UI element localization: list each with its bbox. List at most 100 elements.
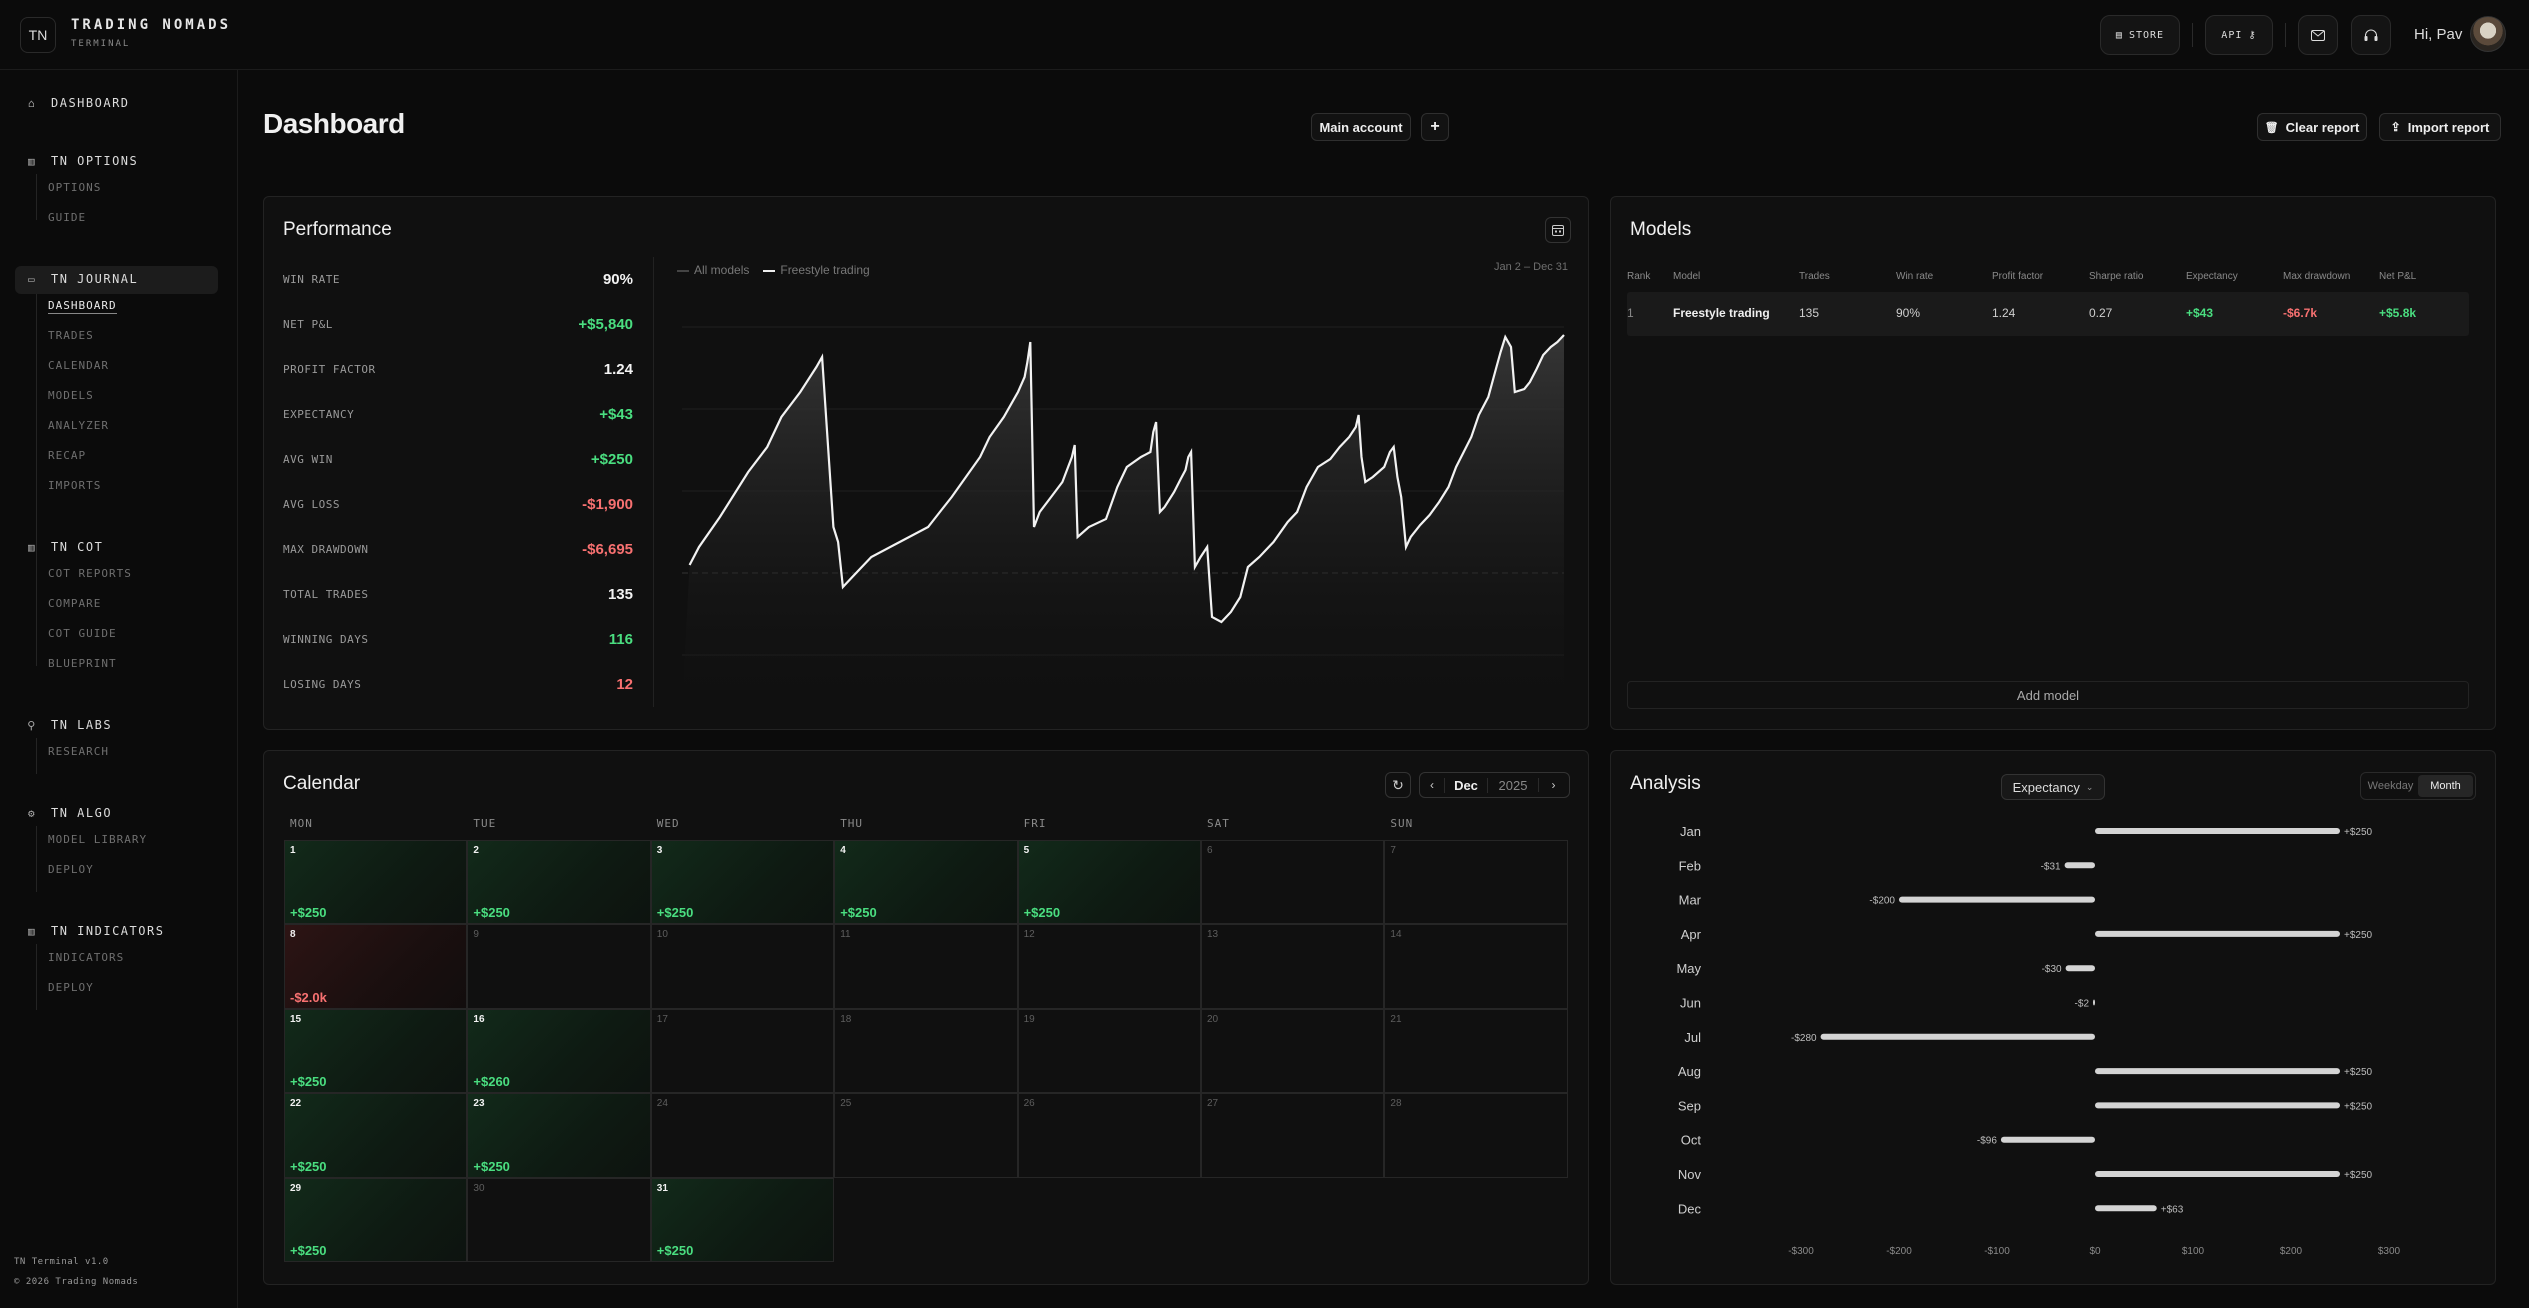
column-header[interactable]: Max drawdown [2283, 271, 2350, 282]
calendar-day-cell[interactable]: 12 [1017, 924, 1201, 1009]
clear-report-button[interactable]: 🗑 Clear report [2257, 113, 2367, 141]
sidebar-item-indicators[interactable]: INDICATORS [48, 951, 124, 964]
column-header[interactable]: Model [1673, 271, 1700, 282]
expectancy-bar[interactable] [1820, 1033, 2095, 1040]
sidebar-item-indicators-deploy[interactable]: DEPLOY [48, 981, 94, 994]
calendar-day-cell[interactable]: 31 +$250 [650, 1177, 835, 1262]
store-button[interactable]: ▤ STORE [2100, 15, 2180, 55]
calendar-day-cell[interactable]: 7 [1384, 840, 1568, 925]
calendar-day-cell[interactable]: 10 [650, 924, 835, 1009]
sidebar-section-tn-algo[interactable]: ⚙ TN ALGO [25, 806, 112, 820]
column-header[interactable]: Win rate [1896, 271, 1933, 282]
calendar-day-cell[interactable]: 4 +$250 [834, 840, 1018, 925]
sidebar-section-tn-journal[interactable]: ▭ TN JOURNAL [25, 272, 138, 286]
metric-dropdown[interactable]: Expectancy ⌄ [2001, 774, 2105, 800]
avatar[interactable] [2470, 16, 2506, 52]
sidebar-item-dashboard[interactable]: ⌂ DASHBOARD [25, 96, 130, 110]
calendar-day-cell[interactable]: 2 +$250 [467, 840, 651, 925]
calendar-day-cell[interactable]: 16 +$260 [467, 1008, 651, 1094]
expectancy-bar[interactable] [2095, 828, 2340, 834]
column-header[interactable]: Sharpe ratio [2089, 271, 2143, 282]
expectancy-bar[interactable] [2000, 1136, 2095, 1143]
calendar-day-cell[interactable]: 20 [1201, 1008, 1385, 1094]
prev-month-icon[interactable]: ‹ [1420, 778, 1444, 792]
calendar-day-cell[interactable]: 8 -$2.0k [284, 924, 468, 1009]
expectancy-bar[interactable] [2095, 930, 2340, 937]
sidebar-item-trades[interactable]: TRADES [48, 329, 94, 342]
date-range-button[interactable] [1545, 217, 1571, 243]
support-button[interactable] [2351, 15, 2391, 55]
reset-icon[interactable]: ↻ [1385, 772, 1411, 798]
year-label[interactable]: 2025 [1488, 778, 1538, 793]
expectancy-bar[interactable] [2065, 965, 2095, 972]
sidebar-item-compare[interactable]: COMPARE [48, 597, 101, 610]
calendar-day-cell[interactable]: 9 [467, 924, 651, 1009]
calendar-day-cell[interactable]: 11 [834, 924, 1018, 1009]
add-model-button[interactable]: Add model [1627, 681, 2469, 709]
sidebar-item-models[interactable]: MODELS [48, 389, 94, 402]
next-month-icon[interactable]: › [1538, 778, 1568, 792]
calendar-day-cell[interactable]: 1 +$250 [284, 840, 468, 925]
calendar-day-cell[interactable]: 25 [834, 1093, 1018, 1178]
calendar-day-cell[interactable]: 30 [467, 1177, 651, 1262]
column-header[interactable]: Net P&L [2379, 271, 2416, 282]
calendar-day-cell[interactable]: 3 +$250 [650, 840, 835, 925]
sidebar-item-recap[interactable]: RECAP [48, 449, 86, 462]
expectancy-bar[interactable] [2095, 1102, 2340, 1109]
column-header[interactable]: Expectancy [2186, 271, 2238, 282]
api-button[interactable]: API ⚷ [2205, 15, 2273, 55]
sidebar-item-model-library[interactable]: MODEL LIBRARY [48, 833, 147, 846]
sidebar-item-journal-dashboard[interactable]: DASHBOARD [48, 299, 117, 314]
sidebar-item-options[interactable]: OPTIONS [48, 181, 101, 194]
calendar-day-cell[interactable]: 19 [1017, 1008, 1201, 1094]
calendar-day-cell[interactable]: 17 [650, 1008, 835, 1094]
month-label[interactable]: Dec [1444, 777, 1488, 793]
add-account-button[interactable]: + [1421, 113, 1449, 141]
sidebar-section-tn-indicators[interactable]: ▥ TN INDICATORS [25, 924, 164, 938]
calendar-day-cell[interactable]: 29 +$250 [284, 1177, 468, 1262]
calendar-day-cell[interactable]: 18 [834, 1008, 1018, 1094]
expectancy-bar[interactable] [2095, 1068, 2340, 1075]
sidebar-section-tn-cot[interactable]: ▥ TN COT [25, 540, 103, 554]
sidebar-item-calendar[interactable]: CALENDAR [48, 359, 109, 372]
sidebar-item-guide[interactable]: GUIDE [48, 211, 86, 224]
tab-weekday[interactable]: Weekday [2363, 780, 2418, 792]
column-header[interactable]: Rank [1627, 271, 1650, 282]
expectancy-bar[interactable] [2093, 999, 2095, 1006]
legend-freestyle[interactable]: Freestyle trading [763, 263, 870, 277]
sidebar-section-tn-labs[interactable]: ⚲ TN LABS [25, 718, 112, 732]
expectancy-bar[interactable] [2064, 862, 2095, 869]
logo[interactable]: TN [20, 17, 56, 53]
sidebar-item-imports[interactable]: IMPORTS [48, 479, 101, 492]
calendar-day-cell[interactable]: 22 +$250 [284, 1093, 468, 1178]
sidebar-item-research[interactable]: RESEARCH [48, 745, 109, 758]
mail-button[interactable] [2298, 15, 2338, 55]
legend-all-models[interactable]: All models [677, 263, 749, 277]
weekday-header: TUE [473, 817, 497, 830]
calendar-day-cell[interactable]: 23 +$250 [467, 1093, 651, 1178]
calendar-day-cell[interactable]: 13 [1201, 924, 1385, 1009]
sidebar-item-cot-guide[interactable]: COT GUIDE [48, 627, 117, 640]
sidebar-item-cot-reports[interactable]: COT REPORTS [48, 567, 132, 580]
calendar-day-cell[interactable]: 27 [1201, 1093, 1385, 1178]
calendar-day-cell[interactable]: 5 +$250 [1017, 840, 1201, 925]
column-header[interactable]: Trades [1799, 271, 1830, 282]
import-report-button[interactable]: ⇪ Import report [2379, 113, 2501, 141]
expectancy-bar[interactable] [1899, 896, 2095, 903]
sidebar-section-tn-options[interactable]: ▥ TN OPTIONS [25, 154, 138, 168]
calendar-day-cell[interactable]: 26 [1017, 1093, 1201, 1178]
calendar-day-cell[interactable]: 28 [1384, 1093, 1568, 1178]
calendar-day-cell[interactable]: 6 [1201, 840, 1385, 925]
expectancy-bar[interactable] [2095, 1171, 2340, 1177]
tab-month[interactable]: Month [2418, 775, 2473, 797]
column-header[interactable]: Profit factor [1992, 271, 2043, 282]
expectancy-bar[interactable] [2095, 1205, 2157, 1212]
calendar-day-cell[interactable]: 24 [650, 1093, 835, 1178]
sidebar-item-blueprint[interactable]: BLUEPRINT [48, 657, 117, 670]
account-selector[interactable]: Main account [1311, 113, 1411, 141]
calendar-day-cell[interactable]: 15 +$250 [284, 1008, 468, 1094]
calendar-day-cell[interactable]: 14 [1384, 924, 1568, 1009]
sidebar-item-analyzer[interactable]: ANALYZER [48, 419, 109, 432]
sidebar-item-algo-deploy[interactable]: DEPLOY [48, 863, 94, 876]
calendar-day-cell[interactable]: 21 [1384, 1008, 1568, 1094]
